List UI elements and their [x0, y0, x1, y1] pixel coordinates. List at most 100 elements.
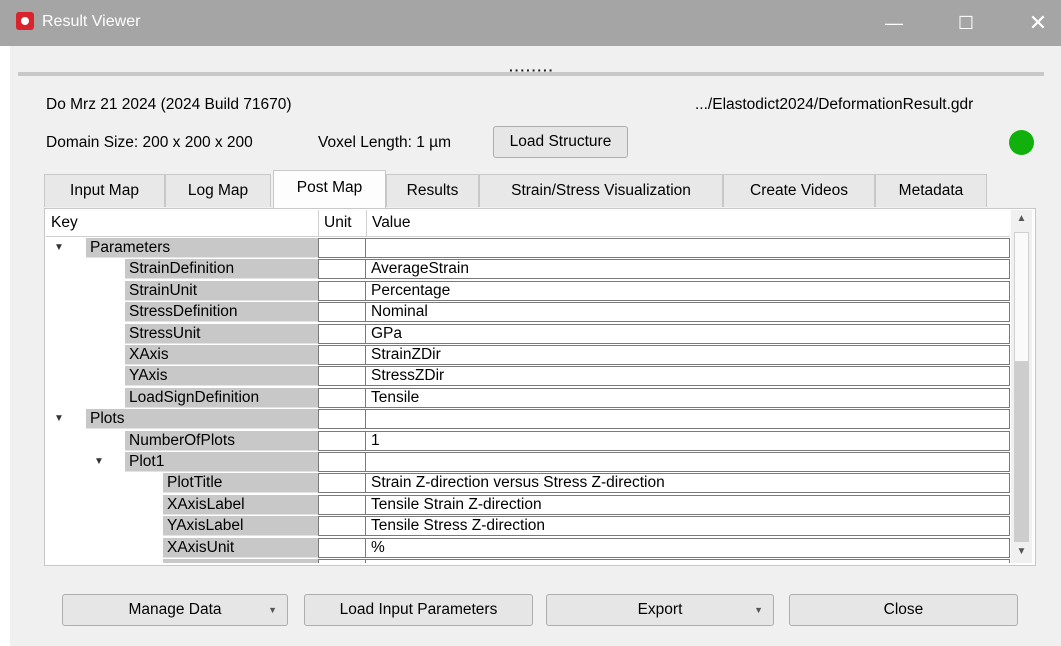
minimize-button[interactable]: —	[871, 0, 917, 46]
tree-value[interactable]	[366, 452, 1010, 472]
export-label: Export	[637, 601, 683, 618]
tree-value[interactable]	[366, 409, 1010, 430]
tree-value[interactable]: Tensile	[366, 387, 1010, 408]
tree-row[interactable]: XAxisLabel Tensile Strain Z-direction	[46, 494, 1010, 515]
tree-key: StrainDefinition	[125, 259, 318, 280]
build-info: Do Mrz 21 2024 (2024 Build 71670)	[46, 96, 292, 113]
tree-row[interactable]: StrainUnit Percentage	[46, 280, 1010, 301]
manage-data-label: Manage Data	[128, 601, 222, 618]
vertical-scrollbar[interactable]: ▲ ▼	[1011, 210, 1032, 563]
tree-value[interactable]: StrainZDir	[366, 345, 1010, 365]
tab-strain-stress-visualization[interactable]: Strain/Stress Visualization	[479, 174, 723, 207]
tree-key: NumberOfPlots	[125, 430, 318, 451]
tree-key	[163, 559, 318, 563]
chevron-down-icon: ▼	[754, 605, 763, 615]
maximize-button[interactable]: ☐	[943, 0, 989, 46]
tree-row[interactable]: ▼ Parameters	[46, 237, 1010, 258]
tree-unit	[318, 238, 366, 258]
tree-key: StressUnit	[125, 323, 318, 344]
header-value[interactable]: Value	[366, 210, 1010, 236]
tree-value[interactable]	[366, 559, 1010, 563]
app-logo-icon	[16, 12, 34, 30]
tree-key: LoadSignDefinition	[125, 387, 318, 408]
tree-row[interactable]: PlotTitle Strain Z-direction versus Stres…	[46, 472, 1010, 494]
splitter-grip-icon[interactable]: ········	[509, 63, 554, 77]
tree-unit	[318, 259, 366, 280]
tree-row[interactable]: YAxis StressZDir	[46, 365, 1010, 387]
tree-value[interactable]: 1	[366, 430, 1010, 451]
tree-value[interactable]: GPa	[366, 323, 1010, 344]
post-map-tree: Key Unit Value ▼ Parameters StrainDefiniti…	[46, 210, 1010, 563]
status-indicator	[1009, 130, 1034, 155]
voxel-length: Voxel Length: 1 µm	[318, 134, 452, 151]
tree-unit	[318, 516, 366, 537]
load-input-parameters-button[interactable]: Load Input Parameters	[304, 594, 533, 626]
tab-results[interactable]: Results	[386, 174, 479, 207]
tree-value[interactable]: Percentage	[366, 280, 1010, 301]
tree-value[interactable]: StressZDir	[366, 366, 1010, 387]
title-bar: Result Viewer — ☐ ✕	[0, 0, 1061, 46]
tree-unit	[318, 537, 366, 558]
tree-unit	[318, 409, 366, 430]
chevron-down-icon: ▼	[268, 605, 277, 615]
tree-row[interactable]: XAxis StrainZDir	[46, 344, 1010, 365]
domain-size: Domain Size: 200 x 200 x 200	[46, 134, 253, 151]
tab-input-map[interactable]: Input Map	[44, 174, 165, 207]
tree-row[interactable]: LoadSignDefinition Tensile	[46, 387, 1010, 408]
tree-unit	[318, 323, 366, 344]
tree-row[interactable]: StrainDefinition AverageStrain	[46, 258, 1010, 280]
close-button[interactable]: Close	[789, 594, 1018, 626]
tree-unit	[318, 280, 366, 301]
tree-row[interactable]: StressUnit GPa	[46, 323, 1010, 344]
header-unit[interactable]: Unit	[318, 210, 366, 236]
manage-data-button[interactable]: Manage Data ▼	[62, 594, 288, 626]
tree-row[interactable]	[46, 558, 1010, 563]
tree-unit	[318, 473, 366, 494]
load-structure-button[interactable]: Load Structure	[493, 126, 628, 158]
expand-arrow-icon[interactable]: ▼	[94, 451, 104, 472]
tree-value[interactable]: Tensile Stress Z-direction	[366, 516, 1010, 537]
tree-unit	[318, 345, 366, 365]
tab-log-map[interactable]: Log Map	[165, 174, 271, 207]
window-title: Result Viewer	[42, 13, 141, 30]
tree-value[interactable]: %	[366, 537, 1010, 558]
close-window-button[interactable]: ✕	[1015, 0, 1061, 46]
tree-key: XAxisLabel	[163, 494, 318, 515]
tree-key: XAxis	[125, 345, 318, 365]
tree-value[interactable]: Nominal	[366, 302, 1010, 323]
tree-key: YAxis	[125, 366, 318, 387]
tab-create-videos[interactable]: Create Videos	[723, 174, 875, 207]
tree-row[interactable]: NumberOfPlots 1	[46, 430, 1010, 451]
tree-row[interactable]: ▼ Plots	[46, 408, 1010, 430]
expand-arrow-icon[interactable]: ▼	[54, 237, 64, 258]
scroll-down-icon[interactable]: ▼	[1011, 543, 1032, 561]
tree-key: StrainUnit	[125, 280, 318, 301]
header-key[interactable]: Key	[46, 210, 318, 236]
tree-key: PlotTitle	[163, 473, 318, 494]
tree-value[interactable]: AverageStrain	[366, 259, 1010, 280]
tree-value[interactable]: Tensile Strain Z-direction	[366, 494, 1010, 515]
tree-unit	[318, 302, 366, 323]
tree-row[interactable]: YAxisLabel Tensile Stress Z-direction	[46, 515, 1010, 537]
scroll-track[interactable]	[1014, 362, 1029, 542]
scroll-thumb[interactable]	[1014, 232, 1029, 362]
tree-key: Parameters	[86, 238, 318, 258]
tree-unit	[318, 430, 366, 451]
tab-post-map[interactable]: Post Map	[273, 170, 386, 208]
tree-unit	[318, 366, 366, 387]
tree-unit	[318, 387, 366, 408]
tree-key: Plot1	[125, 452, 318, 472]
tab-metadata[interactable]: Metadata	[875, 174, 987, 207]
expand-arrow-icon[interactable]: ▼	[54, 408, 64, 429]
tree-value[interactable]	[366, 238, 1010, 258]
tree-value[interactable]: Strain Z-direction versus Stress Z-direc…	[366, 473, 1010, 494]
tree-row[interactable]: StressDefinition Nominal	[46, 301, 1010, 323]
tree-key: StressDefinition	[125, 302, 318, 323]
tree-row[interactable]: XAxisUnit%	[46, 537, 1010, 558]
file-path: .../Elastodict2024/DeformationResult.gdr	[695, 96, 974, 113]
export-button[interactable]: Export ▼	[546, 594, 774, 626]
tree-row[interactable]: ▼ Plot1	[46, 451, 1010, 472]
tree-unit	[318, 452, 366, 472]
tree-key: Plots	[86, 409, 318, 430]
scroll-up-icon[interactable]: ▲	[1011, 210, 1032, 228]
